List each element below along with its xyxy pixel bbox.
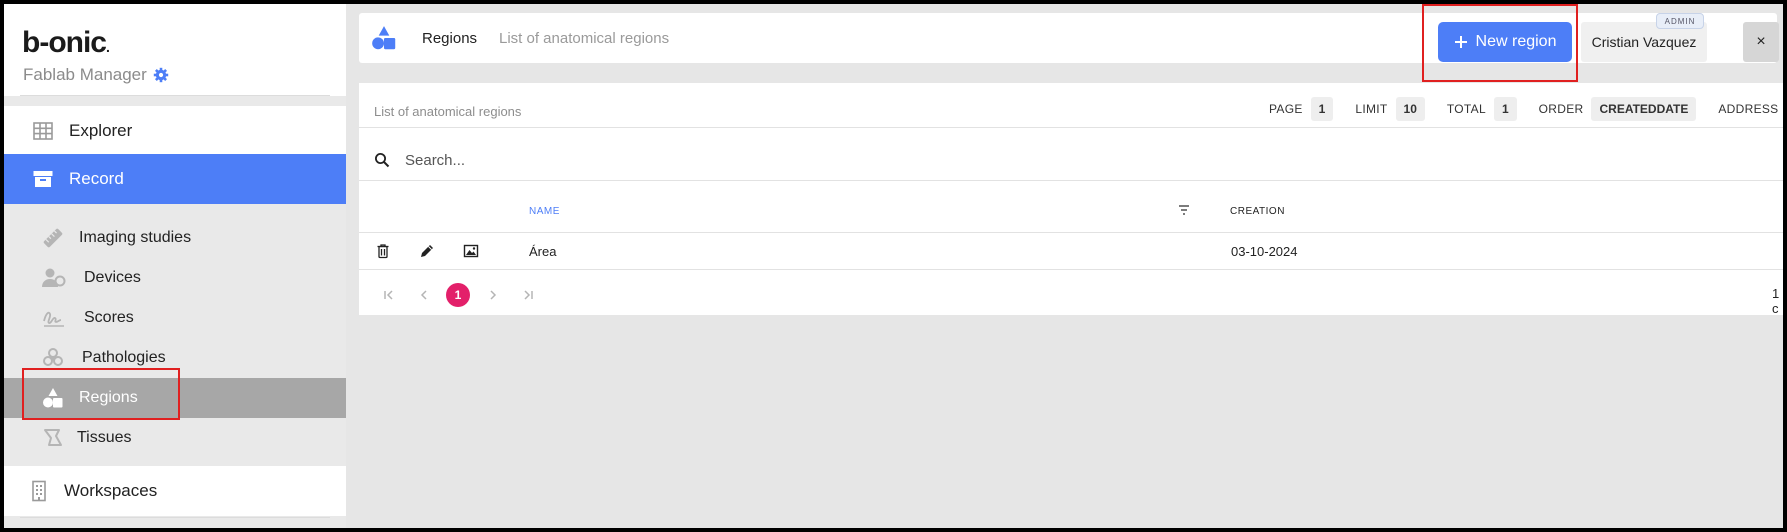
close-icon: ×: [1756, 33, 1766, 50]
list-stats: PAGE 1 LIMIT 10 TOTAL 1 ORDER CREATEDDAT…: [1269, 97, 1783, 121]
last-page-icon[interactable]: [519, 286, 537, 304]
sidebar-item-explorer[interactable]: Explorer: [4, 106, 346, 156]
page-description: List of anatomical regions: [499, 30, 670, 47]
user-name: Cristian Vazquez: [1591, 34, 1697, 50]
next-page-icon[interactable]: [484, 286, 502, 304]
row-name: Área: [529, 244, 557, 259]
search-input[interactable]: [405, 148, 905, 172]
archive-icon: [32, 168, 54, 190]
sidebar-item-label: Scores: [84, 309, 134, 326]
sidebar-divider: [20, 517, 330, 518]
gear-icon[interactable]: [153, 67, 169, 83]
stat-total-label: TOTAL: [1446, 102, 1486, 116]
sidebar-item-label: Record: [69, 169, 124, 188]
sidebar-item-tissues[interactable]: Tissues: [4, 418, 346, 458]
app-window: b-onic. Fablab Manager Explorer Record I…: [4, 4, 1783, 528]
row-creation-date: 03-10-2024: [1231, 244, 1298, 259]
divider: [359, 180, 1783, 181]
stat-order-label: ORDER: [1538, 102, 1584, 116]
users-icon: [42, 267, 66, 289]
current-page[interactable]: 1: [446, 283, 470, 307]
sidebar-item-label: Imaging studies: [79, 229, 192, 246]
highlight-box: [1422, 4, 1578, 82]
page-title: Regions: [422, 30, 478, 47]
divider: [359, 127, 1783, 128]
sidebar-item-scores[interactable]: Scores: [4, 298, 346, 338]
sidebar-item-label: Pathologies: [82, 349, 166, 366]
search-icon: [374, 152, 390, 168]
regions-list-panel: List of anatomical regions PAGE 1 LIMIT …: [359, 83, 1783, 316]
ruler-icon: [42, 227, 64, 249]
sidebar-divider: [20, 95, 330, 96]
search-bar: [359, 136, 1783, 184]
pencil-icon[interactable]: [419, 243, 435, 259]
app-logo[interactable]: b-onic.: [22, 26, 110, 60]
biohazard-icon: [42, 347, 64, 369]
signature-icon: [42, 307, 64, 329]
app-subtitle: Fablab Manager: [23, 65, 169, 85]
sidebar: b-onic. Fablab Manager Explorer Record I…: [4, 4, 346, 528]
close-button[interactable]: ×: [1743, 22, 1779, 62]
highlight-box: [22, 368, 180, 420]
app-subtitle-text: Fablab Manager: [23, 65, 147, 84]
grid-icon: [32, 120, 54, 142]
stat-page-label: PAGE: [1269, 102, 1303, 116]
building-icon: [28, 480, 50, 502]
shapes-icon: [371, 25, 397, 51]
sidebar-item-devices[interactable]: Devices: [4, 258, 346, 298]
trash-icon[interactable]: [375, 243, 391, 259]
filter-icon[interactable]: [1177, 204, 1191, 216]
stat-limit-value: 10: [1395, 97, 1425, 121]
previous-page-icon[interactable]: [415, 286, 433, 304]
sidebar-item-label: Devices: [84, 269, 141, 286]
sidebar-item-imaging-studies[interactable]: Imaging studies: [4, 218, 346, 258]
stat-limit-label: LIMIT: [1355, 102, 1388, 116]
stat-order-value: CREATEDDATE: [1591, 97, 1697, 121]
stat-total-value: 1: [1493, 97, 1517, 121]
stat-address-label: ADDRESS: [1718, 102, 1779, 116]
table-row: Área 03-10-2024: [359, 233, 1783, 269]
pagination: 1 1 c: [359, 280, 1783, 316]
divider: [359, 269, 1783, 270]
list-caption: List of anatomical regions: [374, 104, 522, 119]
role-badge: ADMIN: [1656, 13, 1704, 29]
sidebar-item-record[interactable]: Record: [4, 154, 346, 204]
sidebar-item-label: Workspaces: [64, 481, 158, 500]
sidebar-item-label: Tissues: [77, 429, 132, 446]
sidebar-item-workspaces[interactable]: Workspaces: [4, 466, 346, 516]
brand-header: b-onic. Fablab Manager: [4, 4, 346, 96]
pagination-count: 1 c: [1772, 286, 1780, 316]
first-page-icon[interactable]: [380, 286, 398, 304]
tissue-icon: [42, 427, 64, 449]
stat-page-value: 1: [1310, 97, 1334, 121]
column-header-creation[interactable]: CREATION: [1230, 206, 1285, 217]
image-icon[interactable]: [463, 243, 479, 259]
column-header-name[interactable]: NAME: [529, 206, 560, 217]
sidebar-item-label: Explorer: [69, 121, 133, 140]
